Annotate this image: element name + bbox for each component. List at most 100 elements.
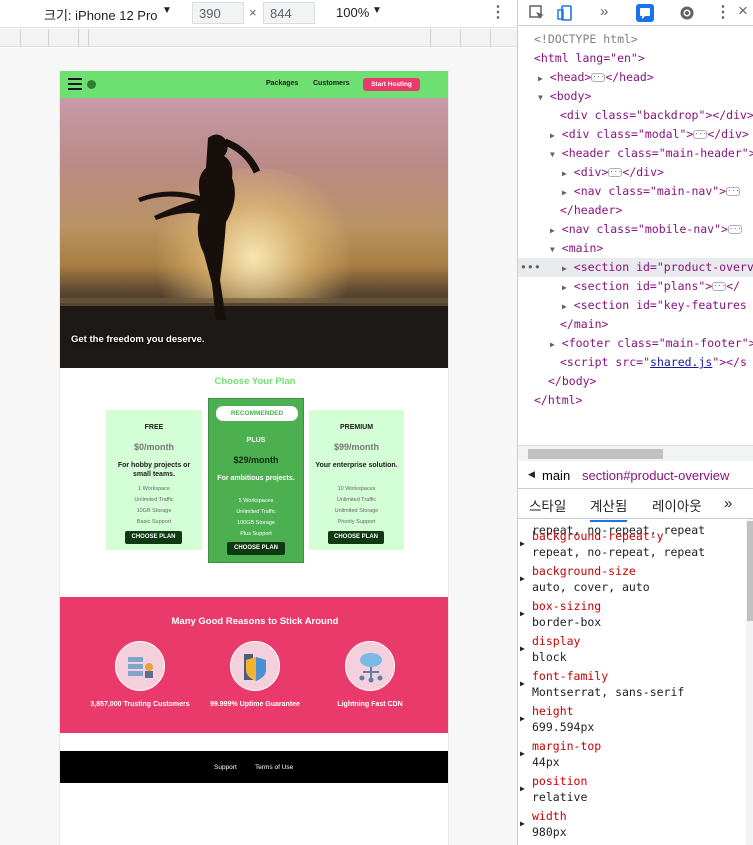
hero-image: Get the freedom you deserve. <box>60 98 448 368</box>
computed-property-row[interactable]: ▶ margin-top 44px <box>518 739 753 774</box>
footer-support-link[interactable]: Support <box>214 764 237 771</box>
settings-gear-icon[interactable] <box>678 4 696 22</box>
nav-packages-link[interactable]: Packages <box>266 80 298 87</box>
computed-property-row[interactable]: ▶ width 980px <box>518 809 753 844</box>
breadcrumb-item-section[interactable]: section#product-overview <box>582 468 729 483</box>
computed-property-row[interactable]: ▶ background-size auto, cover, auto <box>518 564 753 599</box>
breadcrumb-left-arrow-icon[interactable]: ◀ <box>528 469 535 480</box>
site-logo-icon[interactable] <box>87 80 96 89</box>
ruler-segment[interactable] <box>460 29 490 47</box>
expand-arrow-icon[interactable]: ▶ <box>520 679 525 688</box>
computed-property-row[interactable]: ▶ position relative <box>518 774 753 809</box>
breadcrumb-item-main[interactable]: main <box>542 468 570 483</box>
plan-card-free: FREE $0/month For hobby projects or smal… <box>106 410 202 550</box>
plan-feature: 100GB Storage <box>237 520 275 526</box>
devtools-panel: » ⋮ × <!DOCTYPE html> <html lang="en"> ▶… <box>517 0 753 845</box>
zoom-select[interactable]: 100% <box>336 5 369 20</box>
inspect-element-icon[interactable] <box>528 4 546 22</box>
dom-footer[interactable]: ▶ <footer class="main-footer"> <box>550 334 753 353</box>
issues-chat-icon[interactable] <box>636 4 654 22</box>
scrollbar-thumb[interactable] <box>528 449 663 459</box>
dom-section-plans[interactable]: ▶ <section id="plans">···</ <box>562 277 740 296</box>
dom-section-key-features[interactable]: ▶ <section id="key-features <box>562 296 747 315</box>
dom-html-close[interactable]: </html> <box>534 391 582 410</box>
computed-property-row[interactable]: ▶ background-repeat-y repeat, no-repeat,… <box>518 529 753 564</box>
more-options-icon[interactable]: ⋮ <box>490 2 506 22</box>
node-actions-ellipsis[interactable]: ••• <box>520 258 541 277</box>
choose-plan-plus-button[interactable]: CHOOSE PLAN <box>227 542 285 555</box>
plans-title: Choose Your Plan <box>214 376 296 387</box>
expand-arrow-icon[interactable]: ▶ <box>520 609 525 618</box>
expand-arrow-icon[interactable]: ▶ <box>520 749 525 758</box>
property-value: 699.594px <box>532 720 595 734</box>
ruler-segment[interactable] <box>78 29 88 47</box>
dom-section-product-overview[interactable]: ▶ <section id="product-overv <box>562 258 753 277</box>
expand-arrow-icon[interactable]: ▶ <box>520 784 525 793</box>
computed-property-row[interactable]: ▶ display block <box>518 634 753 669</box>
dom-doctype[interactable]: <!DOCTYPE html> <box>534 30 638 49</box>
more-panels-icon[interactable]: » <box>600 3 608 20</box>
nav-customers-link[interactable]: Customers <box>313 80 350 87</box>
dom-main-nav[interactable]: ▶ <nav class="main-nav">··· <box>562 182 741 201</box>
device-dropdown-icon[interactable]: ▼ <box>162 5 172 16</box>
computed-property-row[interactable]: ▶ box-sizing border-box <box>518 599 753 634</box>
tab-layout[interactable]: 레이아웃 <box>652 495 702 515</box>
tab-styles[interactable]: 스타일 <box>529 495 566 515</box>
ruler-segment[interactable] <box>490 29 500 47</box>
dom-header-close[interactable]: </header> <box>560 201 622 220</box>
dom-modal[interactable]: ▶ <div class="modal">···</div> <box>550 125 749 144</box>
scrollbar-thumb[interactable] <box>747 521 753 621</box>
emulated-page: Packages Customers Start Hosting Get the… <box>59 71 449 845</box>
elements-tree: <!DOCTYPE html> <html lang="en"> ▶ <head… <box>518 28 753 448</box>
property-name: margin-top <box>532 739 602 753</box>
property-value: repeat, no-repeat, repeat <box>532 545 706 559</box>
computed-property-row[interactable]: ▶ font-family Montserrat, sans-serif <box>518 669 753 704</box>
dom-mobile-nav[interactable]: ▶ <nav class="mobile-nav">··· <box>550 220 742 239</box>
browser-window: 크기: iPhone 12 Pro ▼ 390 × 844 100% ▼ ⋮ P… <box>0 0 753 845</box>
more-tabs-icon[interactable]: » <box>724 495 732 512</box>
script-src-link[interactable]: shared.js <box>650 355 712 369</box>
expand-arrow-icon[interactable]: ▶ <box>520 714 525 723</box>
device-toggle-icon[interactable] <box>556 4 574 22</box>
dom-html[interactable]: <html lang="en"> <box>534 49 645 68</box>
footer-terms-link[interactable]: Terms of Use <box>255 764 293 771</box>
vertical-scrollbar[interactable] <box>746 519 753 845</box>
ruler-segment[interactable] <box>88 29 430 47</box>
dom-main[interactable]: ▼ <main> <box>550 239 603 258</box>
choose-plan-premium-button[interactable]: CHOOSE PLAN <box>328 531 384 544</box>
property-name: background-size <box>532 564 636 578</box>
dom-script[interactable]: <script src="shared.js"></s <box>560 353 747 372</box>
expand-arrow-icon[interactable]: ▶ <box>520 644 525 653</box>
expand-arrow-icon[interactable]: ▶ <box>520 539 525 548</box>
media-query-ruler[interactable] <box>0 29 517 47</box>
devtools-menu-icon[interactable]: ⋮ <box>715 2 731 22</box>
device-select[interactable]: 크기: iPhone 12 Pro <box>44 5 158 24</box>
dom-backdrop[interactable]: <div class="backdrop"></div> <box>560 106 753 125</box>
property-name: background-repeat-y <box>532 529 664 543</box>
width-input[interactable]: 390 <box>192 2 244 24</box>
ruler-segment[interactable] <box>430 29 460 47</box>
dom-body-close[interactable]: </body> <box>548 372 596 391</box>
hamburger-menu-icon[interactable] <box>68 78 82 90</box>
dom-head[interactable]: ▶ <head>···</head> <box>538 68 654 87</box>
tab-computed[interactable]: 계산됨 <box>590 495 628 522</box>
dom-header[interactable]: ▼ <header class="main-header"> <box>550 144 753 163</box>
start-hosting-button[interactable]: Start Hosting <box>363 78 420 91</box>
close-devtools-icon[interactable]: × <box>738 1 748 21</box>
dom-main-close[interactable]: </main> <box>560 315 608 334</box>
property-value: border-box <box>532 615 602 629</box>
plan-feature: Unlimited Traffic <box>336 497 377 503</box>
zoom-dropdown-icon[interactable]: ▼ <box>372 5 382 16</box>
features-title: Many Good Reasons to Stick Around <box>171 616 339 627</box>
computed-property-row[interactable]: ▶ height 699.594px <box>518 704 753 739</box>
feature-label: 3,857,000 Trusting Customers <box>90 701 190 708</box>
ruler-segment[interactable] <box>48 29 78 47</box>
choose-plan-free-button[interactable]: CHOOSE PLAN <box>125 531 182 544</box>
expand-arrow-icon[interactable]: ▶ <box>520 574 525 583</box>
height-input[interactable]: 844 <box>263 2 315 24</box>
dom-header-div[interactable]: ▶ <div>···</div> <box>562 163 664 182</box>
horizontal-scrollbar[interactable] <box>518 445 753 461</box>
ruler-segment[interactable] <box>20 29 48 47</box>
expand-arrow-icon[interactable]: ▶ <box>520 819 525 828</box>
dom-body[interactable]: ▼ <body> <box>538 87 591 106</box>
